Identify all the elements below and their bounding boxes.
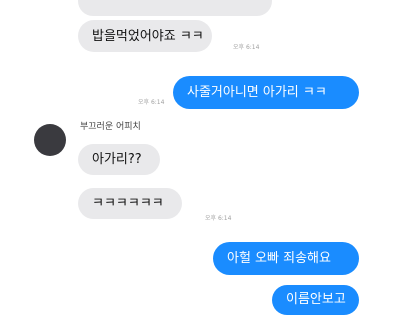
incoming-message-bubble: ㅋㅋㅋㅋㅋㅋ [78,188,182,219]
message-timestamp: 오후 6:14 [205,215,232,222]
outgoing-message-text: 사줄거아니면 아가리 ㅋㅋ [187,85,327,100]
incoming-message-bubble: 아가리?? [78,144,160,175]
incoming-message-bubble: 밥을먹었어야죠 ㅋㅋ [78,20,212,52]
outgoing-message-bubble-clipped: 이름안보고 [272,285,359,315]
outgoing-message-bubble: 아헐 오빠 죄송해요 [213,242,359,275]
incoming-message-text: ㅋㅋㅋㅋㅋㅋ [92,196,164,211]
incoming-message-bubble-clipped [78,0,272,16]
outgoing-message-bubble: 사줄거아니면 아가리 ㅋㅋ [173,76,359,109]
sender-name: 부끄러운 어피치 [80,122,141,132]
message-timestamp: 오후 6:14 [138,99,165,106]
incoming-message-text: 밥을먹었어야죠 ㅋㅋ [92,28,204,44]
avatar[interactable] [34,124,66,156]
message-timestamp: 오후 6:14 [233,44,260,51]
incoming-message-text: 아가리?? [92,152,142,167]
outgoing-message-text: 아헐 오빠 죄송해요 [227,251,331,266]
